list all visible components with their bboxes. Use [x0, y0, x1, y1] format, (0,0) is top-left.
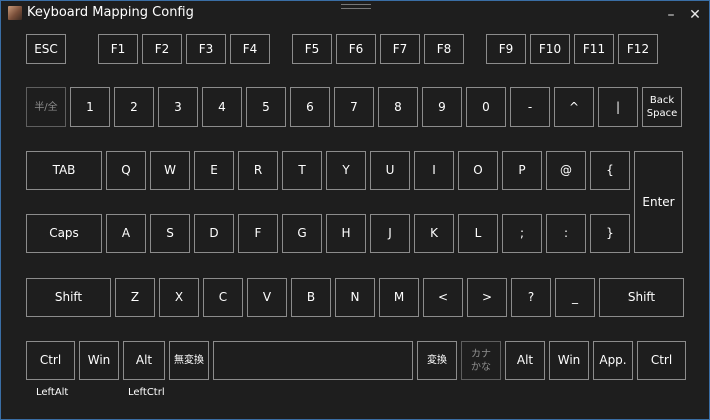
key-p[interactable]: P — [502, 151, 542, 190]
key-1[interactable]: 1 — [70, 87, 110, 127]
key-a[interactable]: A — [106, 214, 146, 253]
key-pipe[interactable]: | — [598, 87, 638, 127]
key-left-ctrl[interactable]: Ctrl — [26, 341, 75, 380]
key-backspace[interactable]: Back Space — [642, 87, 682, 127]
key-f1[interactable]: F1 — [98, 34, 138, 64]
key-j[interactable]: J — [370, 214, 410, 253]
key-s[interactable]: S — [150, 214, 190, 253]
key-left-shift[interactable]: Shift — [26, 278, 111, 317]
key-less-than[interactable]: < — [423, 278, 463, 317]
key-f[interactable]: F — [238, 214, 278, 253]
key-space[interactable] — [213, 341, 413, 380]
key-l[interactable]: L — [458, 214, 498, 253]
key-6[interactable]: 6 — [290, 87, 330, 127]
key-f7[interactable]: F7 — [380, 34, 420, 64]
key-f5[interactable]: F5 — [292, 34, 332, 64]
key-left-win[interactable]: Win — [79, 341, 119, 380]
window-title: Keyboard Mapping Config — [27, 5, 194, 20]
alt-mapping-caption: LeftCtrl — [128, 387, 165, 398]
key-u[interactable]: U — [370, 151, 410, 190]
key-4[interactable]: 4 — [202, 87, 242, 127]
close-button[interactable]: ✕ — [687, 7, 703, 23]
key-v[interactable]: V — [247, 278, 287, 317]
key-f4[interactable]: F4 — [230, 34, 270, 64]
key-left-brace[interactable]: { — [590, 151, 630, 190]
key-x[interactable]: X — [159, 278, 199, 317]
key-greater-than[interactable]: > — [467, 278, 507, 317]
key-n[interactable]: N — [335, 278, 375, 317]
key-0[interactable]: 0 — [466, 87, 506, 127]
key-right-alt[interactable]: Alt — [505, 341, 545, 380]
key-8[interactable]: 8 — [378, 87, 418, 127]
ctrl-mapping-caption: LeftAlt — [36, 387, 69, 398]
key-c[interactable]: C — [203, 278, 243, 317]
key-z[interactable]: Z — [115, 278, 155, 317]
key-app[interactable]: App. — [593, 341, 633, 380]
app-icon — [8, 6, 22, 20]
key-q[interactable]: Q — [106, 151, 146, 190]
key-f2[interactable]: F2 — [142, 34, 182, 64]
key-r[interactable]: R — [238, 151, 278, 190]
key-f6[interactable]: F6 — [336, 34, 376, 64]
key-colon[interactable]: : — [546, 214, 586, 253]
keyboard-mapping-window: Keyboard Mapping Config – ✕ ESC F1 F2 F3… — [0, 0, 710, 420]
key-o[interactable]: O — [458, 151, 498, 190]
key-k[interactable]: K — [414, 214, 454, 253]
key-f11[interactable]: F11 — [574, 34, 614, 64]
key-right-ctrl[interactable]: Ctrl — [637, 341, 686, 380]
key-minus[interactable]: - — [510, 87, 550, 127]
key-5[interactable]: 5 — [246, 87, 286, 127]
minimize-button[interactable]: – — [663, 7, 679, 23]
key-b[interactable]: B — [291, 278, 331, 317]
key-f3[interactable]: F3 — [186, 34, 226, 64]
key-right-shift[interactable]: Shift — [599, 278, 684, 317]
key-kana: カナ かな — [461, 341, 501, 380]
key-h[interactable]: H — [326, 214, 366, 253]
key-enter[interactable]: Enter — [634, 151, 683, 253]
key-w[interactable]: W — [150, 151, 190, 190]
key-hankaku-zenkaku: 半/全 — [26, 87, 66, 127]
key-semicolon[interactable]: ; — [502, 214, 542, 253]
key-right-brace[interactable]: } — [590, 214, 630, 253]
key-right-win[interactable]: Win — [549, 341, 589, 380]
key-d[interactable]: D — [194, 214, 234, 253]
key-henkan[interactable]: 変換 — [417, 341, 457, 380]
key-question[interactable]: ? — [511, 278, 551, 317]
key-g[interactable]: G — [282, 214, 322, 253]
key-t[interactable]: T — [282, 151, 322, 190]
key-caret[interactable]: ^ — [554, 87, 594, 127]
key-f12[interactable]: F12 — [618, 34, 658, 64]
key-tab[interactable]: TAB — [26, 151, 102, 190]
key-f9[interactable]: F9 — [486, 34, 526, 64]
key-9[interactable]: 9 — [422, 87, 462, 127]
key-7[interactable]: 7 — [334, 87, 374, 127]
key-esc[interactable]: ESC — [26, 34, 66, 64]
key-2[interactable]: 2 — [114, 87, 154, 127]
title-bar[interactable]: Keyboard Mapping Config – ✕ — [1, 1, 709, 29]
key-left-alt[interactable]: Alt — [123, 341, 165, 380]
drag-grip-icon[interactable] — [341, 4, 371, 9]
key-at[interactable]: @ — [546, 151, 586, 190]
key-y[interactable]: Y — [326, 151, 366, 190]
key-f10[interactable]: F10 — [530, 34, 570, 64]
key-f8[interactable]: F8 — [424, 34, 464, 64]
key-caps[interactable]: Caps — [26, 214, 102, 253]
key-muhenkan[interactable]: 無変換 — [169, 341, 209, 380]
key-underscore[interactable]: _ — [555, 278, 595, 317]
key-e[interactable]: E — [194, 151, 234, 190]
key-i[interactable]: I — [414, 151, 454, 190]
key-3[interactable]: 3 — [158, 87, 198, 127]
key-m[interactable]: M — [379, 278, 419, 317]
